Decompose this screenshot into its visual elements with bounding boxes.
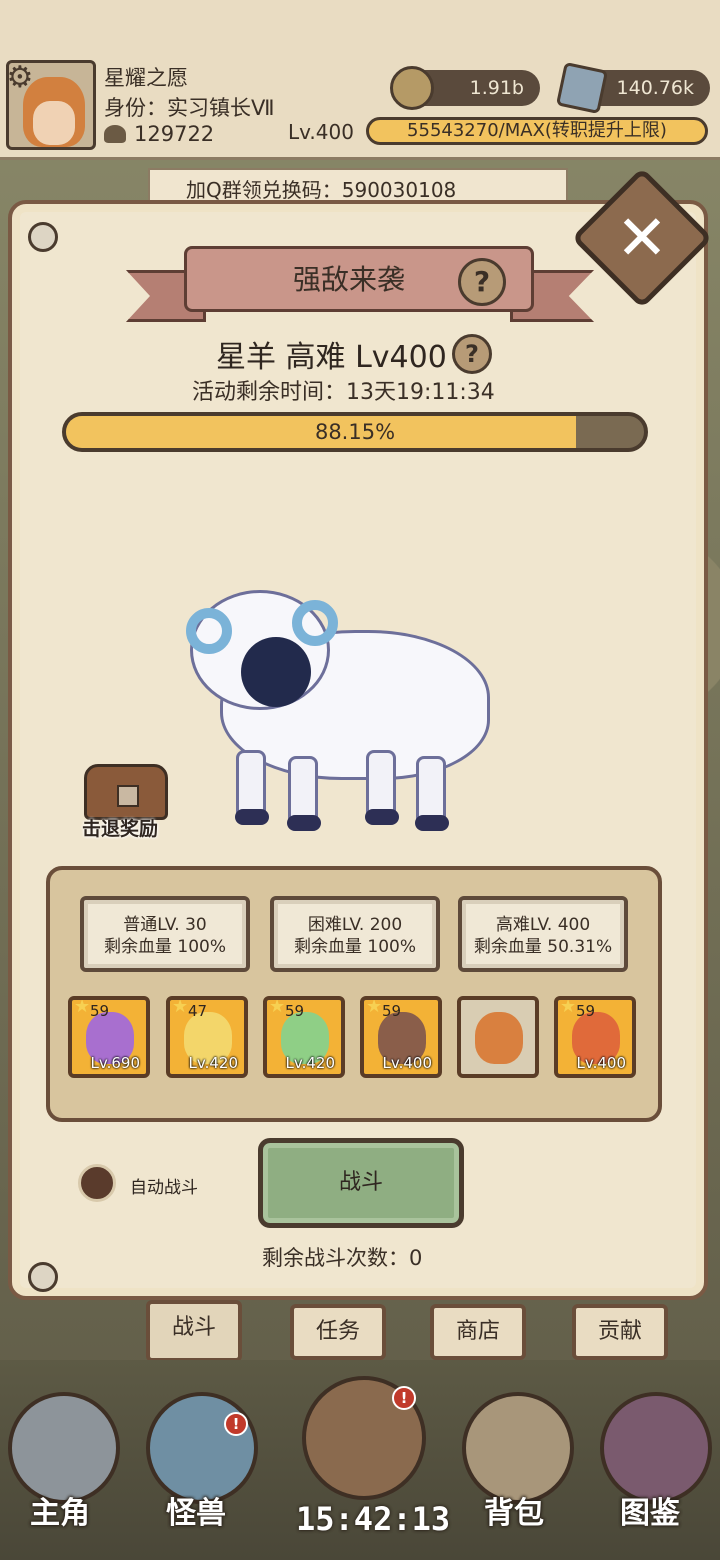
difficulty-hp: 剩余血量 100% <box>103 937 226 957</box>
star-icon: ★ <box>74 996 91 1017</box>
difficulty-level: 困难LV. 200 <box>307 915 403 935</box>
boss-sheep[interactable] <box>180 580 510 850</box>
sheep-face <box>241 637 311 707</box>
hero-slot[interactable]: ★ 59 Lv.420 <box>263 996 345 1078</box>
power-text: 129722 <box>134 122 215 146</box>
hero-slot[interactable]: ★ 47 Lv.420 <box>166 996 248 1078</box>
tab-contribution[interactable]: 贡献 <box>572 1304 668 1360</box>
difficulty-hp: 剩余血量 50.31% <box>473 937 613 957</box>
hero-star-count: 59 <box>576 1002 596 1020</box>
sheep-leg <box>365 750 399 825</box>
boss-hp-bar: 88.15% <box>62 412 648 452</box>
difficulty-level: 普通LV. 30 <box>123 915 207 935</box>
hero-level: Lv.690 <box>90 1054 140 1072</box>
hero-star-count: 47 <box>188 1002 208 1020</box>
difficulty-level: 高难LV. 400 <box>495 915 591 935</box>
sheep-leg <box>235 750 269 825</box>
help-icon[interactable]: ? <box>458 258 506 306</box>
notification-badge: ! <box>392 1386 416 1410</box>
star-icon: ★ <box>560 996 577 1017</box>
hero-slot[interactable]: ★ 59 Lv.690 <box>68 996 150 1078</box>
auto-battle-toggle[interactable] <box>78 1164 116 1202</box>
star-icon: ★ <box>269 996 286 1017</box>
sheep-horn <box>186 608 232 654</box>
tab-battle[interactable]: 战斗 <box>146 1300 242 1362</box>
help-icon[interactable]: ? <box>452 334 492 374</box>
reward-chest-icon[interactable] <box>84 764 168 820</box>
hero-star-count: 59 <box>382 1002 402 1020</box>
boss-hp-text: 88.15% <box>314 420 396 444</box>
hero-level: Lv.420 <box>188 1054 238 1072</box>
pin-icon <box>28 1262 58 1292</box>
remaining-attempts: 剩余战斗次数：0 <box>262 1246 423 1270</box>
hero-slot[interactable]: ★ 59 Lv.400 <box>360 996 442 1078</box>
hero-star-count: 59 <box>285 1002 305 1020</box>
star-icon: ★ <box>366 996 383 1017</box>
exp-bar: 55543270/MAX(转职提升上限) <box>366 117 708 145</box>
fight-button[interactable]: 战斗 <box>258 1138 464 1228</box>
hero-level: Lv.420 <box>285 1054 335 1072</box>
hero-slot[interactable] <box>457 996 539 1078</box>
hero-level: Lv.400 <box>382 1054 432 1072</box>
clock: 15:42:13 <box>296 1500 451 1538</box>
difficulty-hp: 剩余血量 100% <box>293 937 416 957</box>
notification-badge: ! <box>224 1412 248 1436</box>
tab-task[interactable]: 任务 <box>290 1304 386 1360</box>
hero-portrait <box>475 1012 523 1064</box>
reward-chest-label: 击退奖励 <box>82 818 159 840</box>
power-value: 129722 <box>104 122 214 146</box>
difficulty-hard-button[interactable]: 困难LV. 200 剩余血量 100% <box>270 896 440 972</box>
nav-backpack[interactable]: 背包 <box>484 1488 544 1532</box>
gem-icon <box>555 61 609 115</box>
hero-slot[interactable]: ★ 59 Lv.400 <box>554 996 636 1078</box>
difficulty-normal-button[interactable]: 普通LV. 30 剩余血量 100% <box>80 896 250 972</box>
pin-icon <box>28 222 58 252</box>
sheep-horn <box>292 600 338 646</box>
nav-encyclopedia[interactable]: 图鉴 <box>620 1488 680 1532</box>
event-timer: 活动剩余时间：13天19:11:34 <box>192 380 495 405</box>
tab-shop[interactable]: 商店 <box>430 1304 526 1360</box>
power-icon <box>104 125 126 143</box>
sheep-leg <box>287 756 321 831</box>
nav-hero[interactable]: 主角 <box>30 1488 90 1532</box>
close-icon[interactable]: ✕ <box>592 188 692 288</box>
player-level: Lv.400 <box>288 120 354 144</box>
sheep-leg <box>415 756 449 831</box>
auto-battle-label: 自动战斗 <box>130 1178 198 1198</box>
star-icon: ★ <box>172 996 189 1017</box>
boss-name: 星羊 高难 Lv400 <box>216 340 447 375</box>
difficulty-expert-button[interactable]: 高难LV. 400 剩余血量 50.31% <box>458 896 628 972</box>
nav-monster[interactable]: 怪兽 <box>166 1488 226 1532</box>
coin-icon <box>390 66 434 110</box>
gear-icon[interactable]: ⚙ <box>4 62 36 94</box>
player-title: 身份：实习镇长Ⅶ <box>104 96 275 120</box>
hero-level: Lv.400 <box>576 1054 626 1072</box>
player-name: 星耀之愿 <box>104 66 188 90</box>
hero-star-count: 59 <box>90 1002 110 1020</box>
